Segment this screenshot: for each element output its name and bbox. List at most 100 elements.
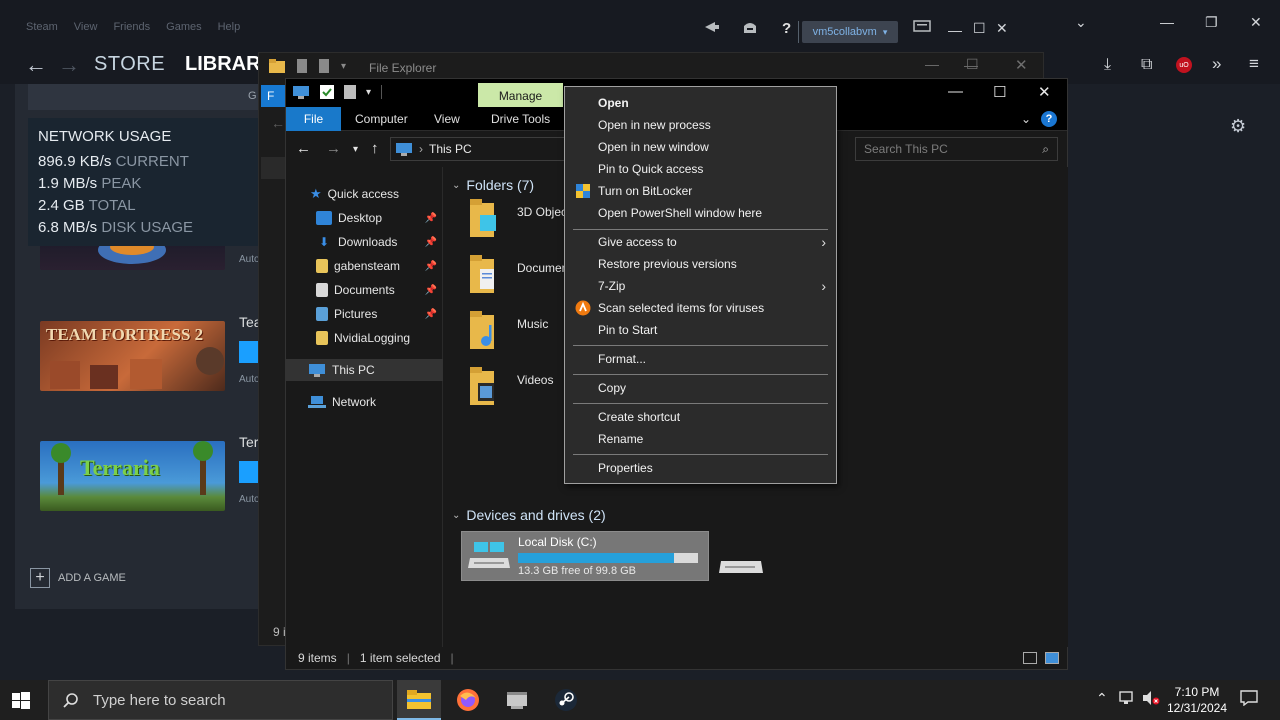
network-tray-icon[interactable]: [1119, 690, 1137, 709]
game-title-terraria[interactable]: Ter: [239, 434, 258, 450]
nav-pictures[interactable]: Pictures 📌: [286, 303, 443, 325]
ublock-icon[interactable]: uO: [1176, 57, 1192, 73]
manage-tab[interactable]: Manage: [478, 83, 563, 109]
ctx-create-shortcut[interactable]: Create shortcut: [565, 406, 836, 428]
nav-documents[interactable]: Documents 📌: [286, 279, 443, 301]
help-icon[interactable]: ?: [1041, 111, 1057, 127]
outer-minimize-button[interactable]: —: [1160, 14, 1174, 30]
tray-overflow-chevron-icon[interactable]: ⌃: [1096, 690, 1108, 707]
steam-maximize-button[interactable]: ☐: [973, 20, 986, 37]
ghost-close-button[interactable]: ✕: [1015, 56, 1028, 74]
hard-drive-icon[interactable]: [719, 557, 765, 577]
steam-menu-games[interactable]: Games: [166, 21, 201, 33]
properties-icon[interactable]: [320, 85, 334, 99]
extension-icon[interactable]: ⧉: [1141, 56, 1152, 74]
forward-arrow-icon[interactable]: →: [58, 52, 80, 78]
steam-notifications-icon[interactable]: [742, 20, 758, 34]
ctx-scan-viruses[interactable]: Scan selected items for viruses: [565, 297, 836, 319]
nav-quick-access[interactable]: ★ Quick access: [286, 183, 443, 205]
ctx-open-new-process[interactable]: Open in new process: [565, 114, 836, 136]
outer-restore-button[interactable]: ❐: [1205, 14, 1218, 31]
play-button-tf2[interactable]: [239, 341, 259, 363]
chevron-down-icon[interactable]: ▾: [366, 87, 371, 98]
search-input[interactable]: Search This PC ⌕: [855, 137, 1058, 161]
steam-store-link[interactable]: STORE: [94, 53, 165, 76]
steam-close-button[interactable]: ✕: [996, 20, 1008, 37]
ribbon-expand-chevron-icon[interactable]: ⌄: [1021, 112, 1031, 126]
nav-downloads[interactable]: ⬇ Downloads 📌: [286, 231, 443, 253]
ctx-give-access[interactable]: Give access to ›: [565, 231, 836, 253]
large-icons-view-icon[interactable]: [1045, 652, 1059, 664]
taskbar-app-window[interactable]: [495, 680, 539, 720]
ctx-properties[interactable]: Properties: [565, 457, 836, 479]
drive-local-disk-c[interactable]: Local Disk (C:) 13.3 GB free of 99.8 GB: [461, 531, 709, 581]
address-this-pc[interactable]: This PC: [429, 142, 472, 156]
steam-broadcast-icon[interactable]: [703, 20, 721, 34]
recent-locations-chevron-icon[interactable]: ▾: [353, 144, 358, 155]
explorer-minimize-button[interactable]: —: [948, 83, 963, 100]
folder-3d-objects[interactable]: 3D Objects: [470, 197, 576, 247]
ctx-turn-on-bitlocker[interactable]: Turn on BitLocker: [565, 180, 836, 202]
ctx-7zip[interactable]: 7-Zip ›: [565, 275, 836, 297]
windows-start-icon[interactable]: [10, 690, 32, 712]
ctx-pin-quick-access[interactable]: Pin to Quick access: [565, 158, 836, 180]
ghost-maximize-icon[interactable]: ☐: [966, 56, 979, 73]
taskbar-steam[interactable]: [544, 680, 588, 720]
explorer-close-button[interactable]: ✕: [1038, 83, 1051, 101]
ribbon-tab-file[interactable]: File: [286, 107, 341, 131]
explorer-maximize-button[interactable]: ☐: [993, 83, 1006, 101]
download-icon[interactable]: ⤓: [1104, 56, 1111, 74]
add-game-button[interactable]: + ADD A GAME: [30, 568, 126, 588]
taskbar-firefox[interactable]: [446, 680, 490, 720]
play-button-terraria[interactable]: [239, 461, 259, 483]
forward-arrow-icon[interactable]: →: [326, 140, 341, 157]
ribbon-tab-view[interactable]: View: [434, 112, 460, 126]
nav-this-pc[interactable]: This PC: [286, 359, 443, 381]
nav-desktop[interactable]: Desktop 📌: [286, 207, 443, 229]
taskbar-search-input[interactable]: Type here to search: [48, 680, 393, 720]
address-bar[interactable]: › This PC: [390, 137, 570, 161]
ctx-pin-to-start[interactable]: Pin to Start: [565, 319, 836, 341]
notifications-icon[interactable]: [1240, 690, 1258, 709]
details-view-icon[interactable]: [1023, 652, 1037, 664]
steam-menu-steam[interactable]: Steam: [26, 21, 58, 33]
steam-help-icon[interactable]: ?: [782, 20, 791, 37]
ctx-open[interactable]: Open: [565, 92, 836, 114]
steam-account-menu[interactable]: vm5collabvm ▾: [802, 21, 898, 43]
ctx-rename[interactable]: Rename: [565, 428, 836, 450]
ctx-restore-previous-versions[interactable]: Restore previous versions: [565, 253, 836, 275]
taskbar-file-explorer[interactable]: [397, 680, 441, 720]
back-arrow-icon[interactable]: ←: [296, 140, 311, 157]
steam-bigpicture-icon[interactable]: [913, 20, 931, 32]
ribbon-tab-computer[interactable]: Computer: [355, 112, 408, 126]
steam-menu-help[interactable]: Help: [218, 21, 241, 33]
taskbar-clock[interactable]: 7:10 PM 12/31/2024: [1162, 684, 1232, 716]
ribbon-tab-drive-tools[interactable]: Drive Tools: [491, 112, 550, 126]
chevron-down-icon[interactable]: ⌄: [1075, 14, 1087, 31]
menu-icon[interactable]: ≡: [1249, 54, 1259, 74]
ctx-copy[interactable]: Copy: [565, 377, 836, 399]
folders-group-header[interactable]: ⌄ Folders (7): [452, 177, 534, 193]
up-arrow-icon[interactable]: ↑: [371, 140, 379, 157]
ctx-open-new-window[interactable]: Open in new window: [565, 136, 836, 158]
steam-library-link[interactable]: LIBRARY: [185, 53, 260, 76]
nav-gabensteam[interactable]: gabensteam 📌: [286, 255, 443, 277]
devices-group-header[interactable]: ⌄ Devices and drives (2): [452, 507, 606, 523]
folder-music[interactable]: Music: [470, 309, 570, 359]
game-banner-terraria[interactable]: Terraria: [40, 441, 225, 511]
folder-documents[interactable]: Documents: [470, 253, 578, 303]
nav-network[interactable]: Network: [286, 391, 443, 413]
computer-icon[interactable]: [292, 85, 310, 99]
ghost-minimize-icon[interactable]: —: [925, 56, 939, 72]
back-arrow-icon[interactable]: ←: [271, 115, 285, 131]
volume-muted-icon[interactable]: [1142, 690, 1160, 709]
overflow-chevron-icon[interactable]: »: [1212, 54, 1221, 74]
steam-menu-view[interactable]: View: [74, 21, 98, 33]
new-folder-icon[interactable]: [344, 85, 356, 99]
steam-minimize-button[interactable]: —: [948, 22, 962, 38]
nav-nvidialogging[interactable]: NvidiaLogging: [286, 327, 443, 349]
ctx-open-powershell[interactable]: Open PowerShell window here: [565, 202, 836, 224]
back-arrow-icon[interactable]: ←: [25, 52, 47, 78]
gear-icon[interactable]: ⚙: [1230, 116, 1246, 137]
folder-videos[interactable]: Videos: [470, 365, 570, 415]
